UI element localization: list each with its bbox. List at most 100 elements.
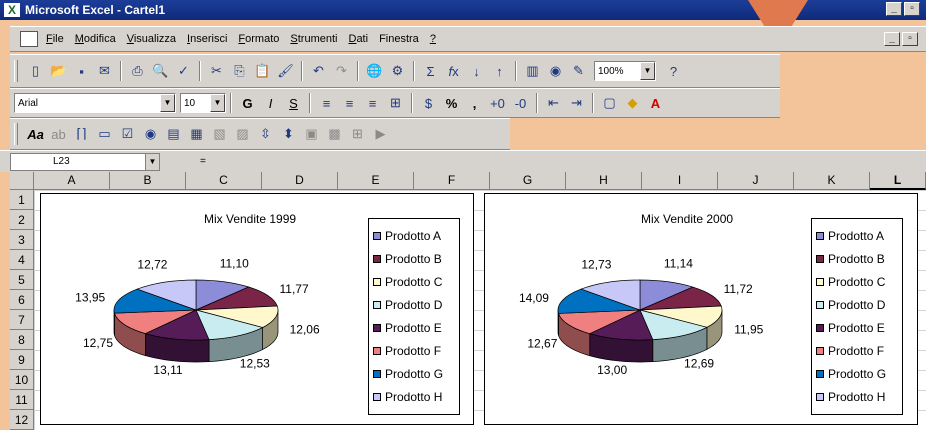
legend-item[interactable]: Prodotto B [816,248,898,271]
column-header-G[interactable]: G [490,172,566,190]
open-icon[interactable]: 📂 [47,60,70,82]
percent-icon[interactable]: % [440,92,463,114]
chart-legend[interactable]: Prodotto A Prodotto B Prodotto C Prodotto D… [368,218,460,416]
column-header-L[interactable]: L [870,172,926,190]
legend-item[interactable]: Prodotto H [373,385,455,408]
legend-item[interactable]: Prodotto C [816,271,898,294]
column-header-K[interactable]: K [794,172,870,190]
web-toolbar-icon[interactable]: ⚙ [386,60,409,82]
option-button-icon[interactable]: ◉ [139,123,162,145]
font-select[interactable]: Arial ▼ [14,93,176,113]
decrease-decimal-icon[interactable]: -0 [509,92,532,114]
drawing-icon[interactable]: ✎ [567,60,590,82]
print-icon[interactable]: ⎙ [126,60,149,82]
office-assistant-icon[interactable]: ? [662,60,685,82]
combo-dropdown-icon[interactable]: ▨ [231,123,254,145]
chart-wizard-icon[interactable]: ▥ [521,60,544,82]
sort-descending-icon[interactable]: ↑ [488,60,511,82]
column-header-E[interactable]: E [338,172,414,190]
column-header-H[interactable]: H [566,172,642,190]
chart-1999[interactable]: Mix Vendite 1999 11,10 11,77 12,06 12,53 13,… [40,193,474,425]
align-right-icon[interactable]: ≡ [361,92,384,114]
menu-item[interactable]: Inserisci [187,33,227,45]
legend-item[interactable]: Prodotto D [373,294,455,317]
menu-item[interactable]: Finestra [379,33,419,45]
list-box-icon[interactable]: ▤ [162,123,185,145]
chevron-down-icon[interactable]: ▼ [640,62,655,80]
edit-code-icon[interactable]: ▩ [323,123,346,145]
mail-icon[interactable]: ✉ [93,60,116,82]
legend-item[interactable]: Prodotto A [373,225,455,248]
increase-decimal-icon[interactable]: +0 [486,92,509,114]
row-header-9[interactable]: 9 [10,350,34,370]
bold-icon[interactable]: G [236,92,259,114]
row-header-12[interactable]: 12 [10,410,34,430]
scroll-bar-icon[interactable]: ⇳ [254,123,277,145]
row-header-7[interactable]: 7 [10,310,34,330]
row-header-3[interactable]: 3 [10,230,34,250]
redo-icon[interactable]: ↷ [330,60,353,82]
legend-item[interactable]: Prodotto D [816,294,898,317]
run-dialog-icon[interactable]: ▶ [369,123,392,145]
italic-icon[interactable]: I [259,92,282,114]
menu-item[interactable]: Strumenti [290,33,337,45]
legend-item[interactable]: Prodotto G [816,362,898,385]
legend-item[interactable]: Prodotto C [373,271,455,294]
format-painter-icon[interactable]: 🖌 [274,60,297,82]
chevron-down-icon[interactable]: ▼ [210,94,225,112]
edit-box-icon[interactable]: ab [47,123,70,145]
excel-app-icon[interactable]: X [4,3,20,17]
chevron-down-icon[interactable]: ▼ [160,94,175,112]
new-icon[interactable]: ▯ [24,60,47,82]
hyperlink-icon[interactable]: 🌐 [363,60,386,82]
autosum-icon[interactable]: Σ [419,60,442,82]
menu-item[interactable]: File [46,33,64,45]
increase-indent-icon[interactable]: ⇥ [565,92,588,114]
checkbox-icon[interactable]: ☑ [116,123,139,145]
column-header-F[interactable]: F [414,172,490,190]
button-icon[interactable]: ▭ [93,123,116,145]
group-box-icon[interactable]: ⌈⌉ [70,123,93,145]
function-icon[interactable]: fx [442,60,465,82]
font-size-select[interactable]: 10 ▼ [180,93,226,113]
underline-icon[interactable]: S [282,92,305,114]
row-header-5[interactable]: 5 [10,270,34,290]
align-left-icon[interactable]: ≡ [315,92,338,114]
control-properties-icon[interactable]: ▣ [300,123,323,145]
chart-legend[interactable]: Prodotto A Prodotto B Prodotto C Prodotto D… [811,218,903,416]
column-header-A[interactable]: A [34,172,110,190]
row-header-2[interactable]: 2 [10,210,34,230]
menu-item[interactable]: Dati [348,33,368,45]
chevron-down-icon[interactable]: ▼ [145,153,159,170]
select-all-corner[interactable] [10,172,34,190]
equals-button[interactable]: = [200,156,206,167]
menu-item[interactable]: Modifica [75,33,116,45]
menu-item[interactable]: ? [430,33,436,45]
column-header-C[interactable]: C [186,172,262,190]
borders-icon[interactable]: ▢ [598,92,621,114]
menu-item[interactable]: Visualizza [127,33,176,45]
doc-restore-button[interactable]: ▫ [902,32,918,46]
paste-icon[interactable]: 📋 [251,60,274,82]
row-header-11[interactable]: 11 [10,390,34,410]
restore-button[interactable]: ▫ [904,2,920,16]
column-header-I[interactable]: I [642,172,718,190]
legend-item[interactable]: Prodotto F [373,339,455,362]
spelling-icon[interactable]: ✓ [172,60,195,82]
align-center-icon[interactable]: ≡ [338,92,361,114]
currency-icon[interactable]: $ [417,92,440,114]
zoom-select[interactable]: 100% ▼ [594,61,656,81]
doc-minimize-button[interactable]: _ [884,32,900,46]
legend-item[interactable]: Prodotto G [373,362,455,385]
save-icon[interactable]: ▪ [70,60,93,82]
chart-2000[interactable]: Mix Vendite 2000 11,14 11,72 11,95 12,69 13,… [484,193,918,425]
document-icon[interactable] [20,31,38,47]
toolbar-grip[interactable] [14,123,18,145]
combo-list-icon[interactable]: ▧ [208,123,231,145]
label-icon[interactable]: Aa [24,123,47,145]
legend-item[interactable]: Prodotto E [373,317,455,340]
decrease-indent-icon[interactable]: ⇤ [542,92,565,114]
legend-item[interactable]: Prodotto E [816,317,898,340]
undo-icon[interactable]: ↶ [307,60,330,82]
row-header-6[interactable]: 6 [10,290,34,310]
